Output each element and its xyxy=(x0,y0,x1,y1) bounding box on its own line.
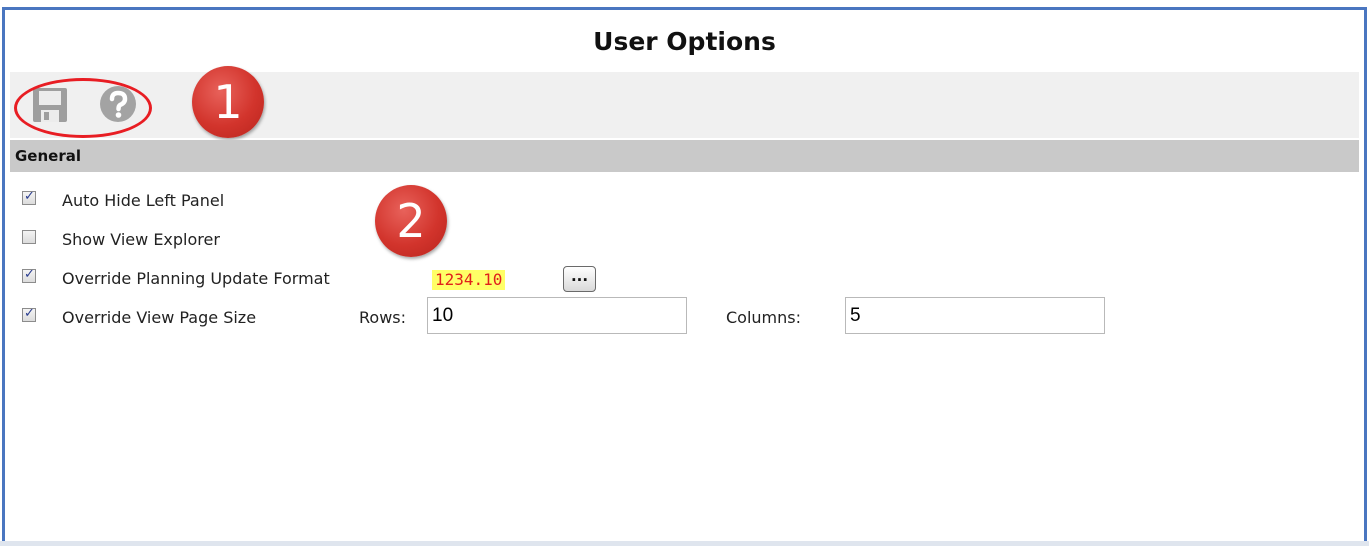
rows-input[interactable] xyxy=(427,297,687,334)
columns-input[interactable] xyxy=(845,297,1105,334)
format-picker-button[interactable]: ... xyxy=(563,266,596,292)
window-bottom-edge xyxy=(0,541,1369,546)
override-view-page-size-label: Override View Page Size xyxy=(62,308,257,327)
override-planning-update-format-label: Override Planning Update Format xyxy=(62,269,330,288)
auto-hide-left-panel-checkbox[interactable]: ✓ xyxy=(22,189,36,205)
option-row-show-view-explorer: Show View Explorer xyxy=(5,225,1364,255)
option-row-override-planning-update-format: ✓ Override Planning Update Format 1234.1… xyxy=(5,264,1364,294)
checkmark-icon: ✓ xyxy=(24,267,35,282)
callout-marker-1: 1 xyxy=(192,66,264,138)
section-header-general: General xyxy=(10,140,1359,172)
page-title: User Options xyxy=(593,27,776,56)
callout-marker-2: 2 xyxy=(375,185,447,257)
option-row-auto-hide-left-panel: ✓ Auto Hide Left Panel xyxy=(5,186,1364,216)
override-planning-update-format-checkbox[interactable]: ✓ xyxy=(22,267,36,283)
save-icon[interactable] xyxy=(30,85,70,125)
checkmark-icon: ✓ xyxy=(24,189,35,204)
columns-label: Columns: xyxy=(726,308,801,327)
rows-label: Rows: xyxy=(359,308,406,327)
format-sample-value: 1234.10 xyxy=(432,270,506,290)
option-row-override-view-page-size: ✓ Override View Page Size Rows: Columns: xyxy=(5,297,1364,334)
help-icon[interactable] xyxy=(98,84,138,124)
auto-hide-left-panel-label: Auto Hide Left Panel xyxy=(62,191,225,210)
checkmark-icon: ✓ xyxy=(24,306,35,321)
show-view-explorer-label: Show View Explorer xyxy=(62,230,220,249)
user-options-window: User Options 1 General ✓ Auto Hide Left … xyxy=(2,7,1367,544)
show-view-explorer-checkbox[interactable] xyxy=(22,230,36,244)
override-view-page-size-checkbox[interactable]: ✓ xyxy=(22,306,36,322)
